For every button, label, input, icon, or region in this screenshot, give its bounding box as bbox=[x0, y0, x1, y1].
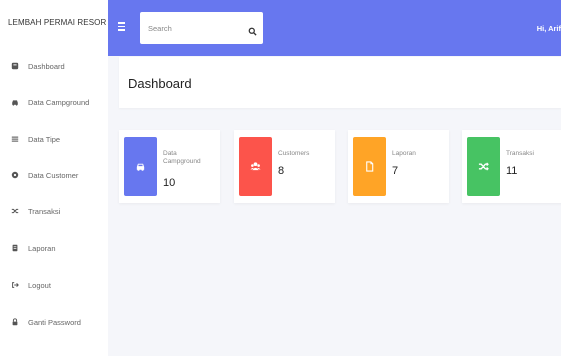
sidebar-item-label: Data Tipe bbox=[28, 134, 61, 144]
hamburger-icon bbox=[118, 22, 125, 24]
shuffle-icon bbox=[478, 162, 489, 171]
user-greeting[interactable]: Hi, Arif bbox=[537, 24, 561, 33]
file-icon bbox=[366, 161, 374, 172]
logout-icon bbox=[11, 281, 19, 289]
stat-icon-box bbox=[467, 137, 500, 196]
sidebar: LEMBAH PERMAI RESOR Dashboard Data Campg… bbox=[0, 0, 108, 356]
shuffle-icon bbox=[11, 207, 19, 215]
stat-icon-box bbox=[239, 137, 272, 196]
sidebar-item-data-tipe[interactable]: Data Tipe bbox=[11, 132, 60, 146]
stat-card-transaksi[interactable]: Transaksi 11 bbox=[462, 130, 561, 203]
stat-label: Laporan bbox=[392, 150, 416, 157]
stat-value: 7 bbox=[392, 165, 399, 177]
search-icon[interactable] bbox=[248, 23, 257, 36]
stat-icon-box bbox=[124, 137, 157, 196]
sidebar-item-logout[interactable]: Logout bbox=[11, 278, 51, 292]
search-input[interactable] bbox=[140, 12, 240, 44]
sidebar-item-ganti-password[interactable]: Ganti Password bbox=[11, 315, 81, 329]
sidebar-item-label: Transaksi bbox=[28, 206, 61, 216]
stat-value: 10 bbox=[163, 177, 176, 189]
users-icon bbox=[250, 162, 261, 171]
customer-icon bbox=[11, 171, 19, 179]
sidebar-item-label: Data Customer bbox=[28, 170, 79, 180]
search-box bbox=[140, 12, 263, 44]
sidebar-item-data-customer[interactable]: Data Customer bbox=[11, 168, 78, 182]
page-title: Dashboard bbox=[128, 76, 192, 91]
sidebar-item-transaksi[interactable]: Transaksi bbox=[11, 204, 60, 218]
brand-title[interactable]: LEMBAH PERMAI RESOR bbox=[8, 18, 106, 27]
sidebar-item-label: Dashboard bbox=[28, 61, 65, 71]
stat-label: Customers bbox=[278, 150, 310, 157]
stat-value: 8 bbox=[278, 165, 285, 177]
sidebar-item-label: Logout bbox=[28, 280, 51, 290]
top-navbar: Hi, Arif bbox=[108, 0, 561, 56]
stat-value: 11 bbox=[506, 165, 518, 177]
sidebar-item-dashboard[interactable]: Dashboard bbox=[11, 59, 65, 73]
sidebar-item-label: Laporan bbox=[28, 243, 56, 253]
report-icon bbox=[11, 244, 19, 252]
page-header-card: Dashboard bbox=[119, 57, 561, 108]
stat-card-data-campground[interactable]: Data Campground 10 bbox=[119, 130, 220, 203]
lock-icon bbox=[11, 318, 19, 326]
stat-card-laporan[interactable]: Laporan 7 bbox=[348, 130, 449, 203]
stat-icon-box bbox=[353, 137, 386, 196]
stat-label: Transaksi bbox=[506, 150, 534, 157]
campground-icon bbox=[11, 98, 19, 106]
menu-toggle-button[interactable] bbox=[118, 20, 130, 32]
sidebar-item-label: Ganti Password bbox=[28, 317, 81, 327]
sidebar-item-data-campground[interactable]: Data Campground bbox=[11, 95, 89, 109]
sidebar-item-label: Data Campground bbox=[28, 97, 90, 107]
dashboard-icon bbox=[11, 62, 19, 70]
sidebar-item-laporan[interactable]: Laporan bbox=[11, 241, 56, 255]
stat-card-customers[interactable]: Customers 8 bbox=[234, 130, 335, 203]
list-icon bbox=[11, 135, 19, 143]
stat-label: Data Campground bbox=[163, 150, 201, 165]
car-icon bbox=[136, 163, 145, 171]
